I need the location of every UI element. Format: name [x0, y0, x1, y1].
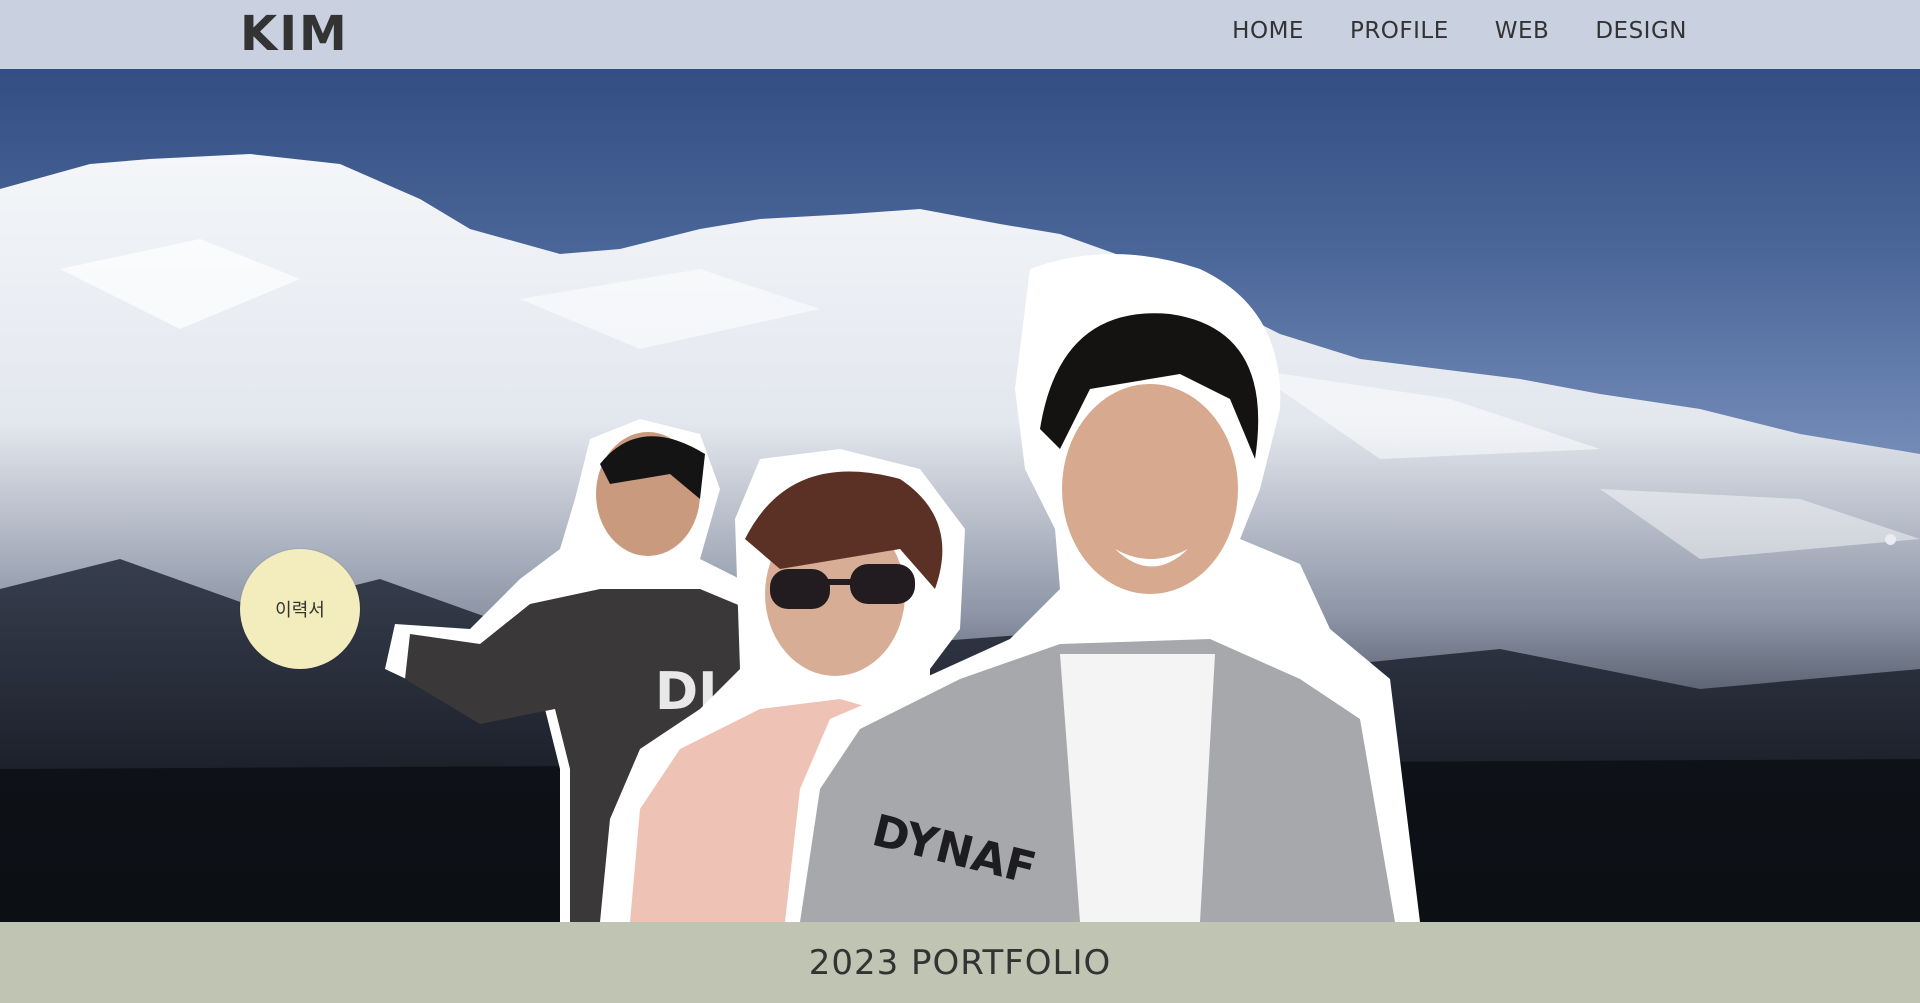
nav-design[interactable]: DESIGN — [1595, 18, 1687, 44]
nav-web[interactable]: WEB — [1495, 18, 1550, 44]
slider-dot[interactable] — [1885, 534, 1896, 545]
portfolio-band: 2023 PORTFOLIO — [0, 922, 1920, 1003]
main-nav: HOME PROFILE WEB DESIGN — [1232, 18, 1687, 44]
hero-section: DI DYNAF 이력서 — [0, 69, 1920, 922]
nav-home[interactable]: HOME — [1232, 18, 1304, 44]
resume-button[interactable]: 이력서 — [240, 549, 360, 669]
site-header: KIM HOME PROFILE WEB DESIGN — [0, 0, 1920, 69]
nav-profile[interactable]: PROFILE — [1350, 18, 1449, 44]
hero-illustration: DI DYNAF — [0, 154, 1920, 922]
site-logo[interactable]: KIM — [240, 6, 349, 62]
portfolio-title: 2023 PORTFOLIO — [808, 942, 1112, 983]
